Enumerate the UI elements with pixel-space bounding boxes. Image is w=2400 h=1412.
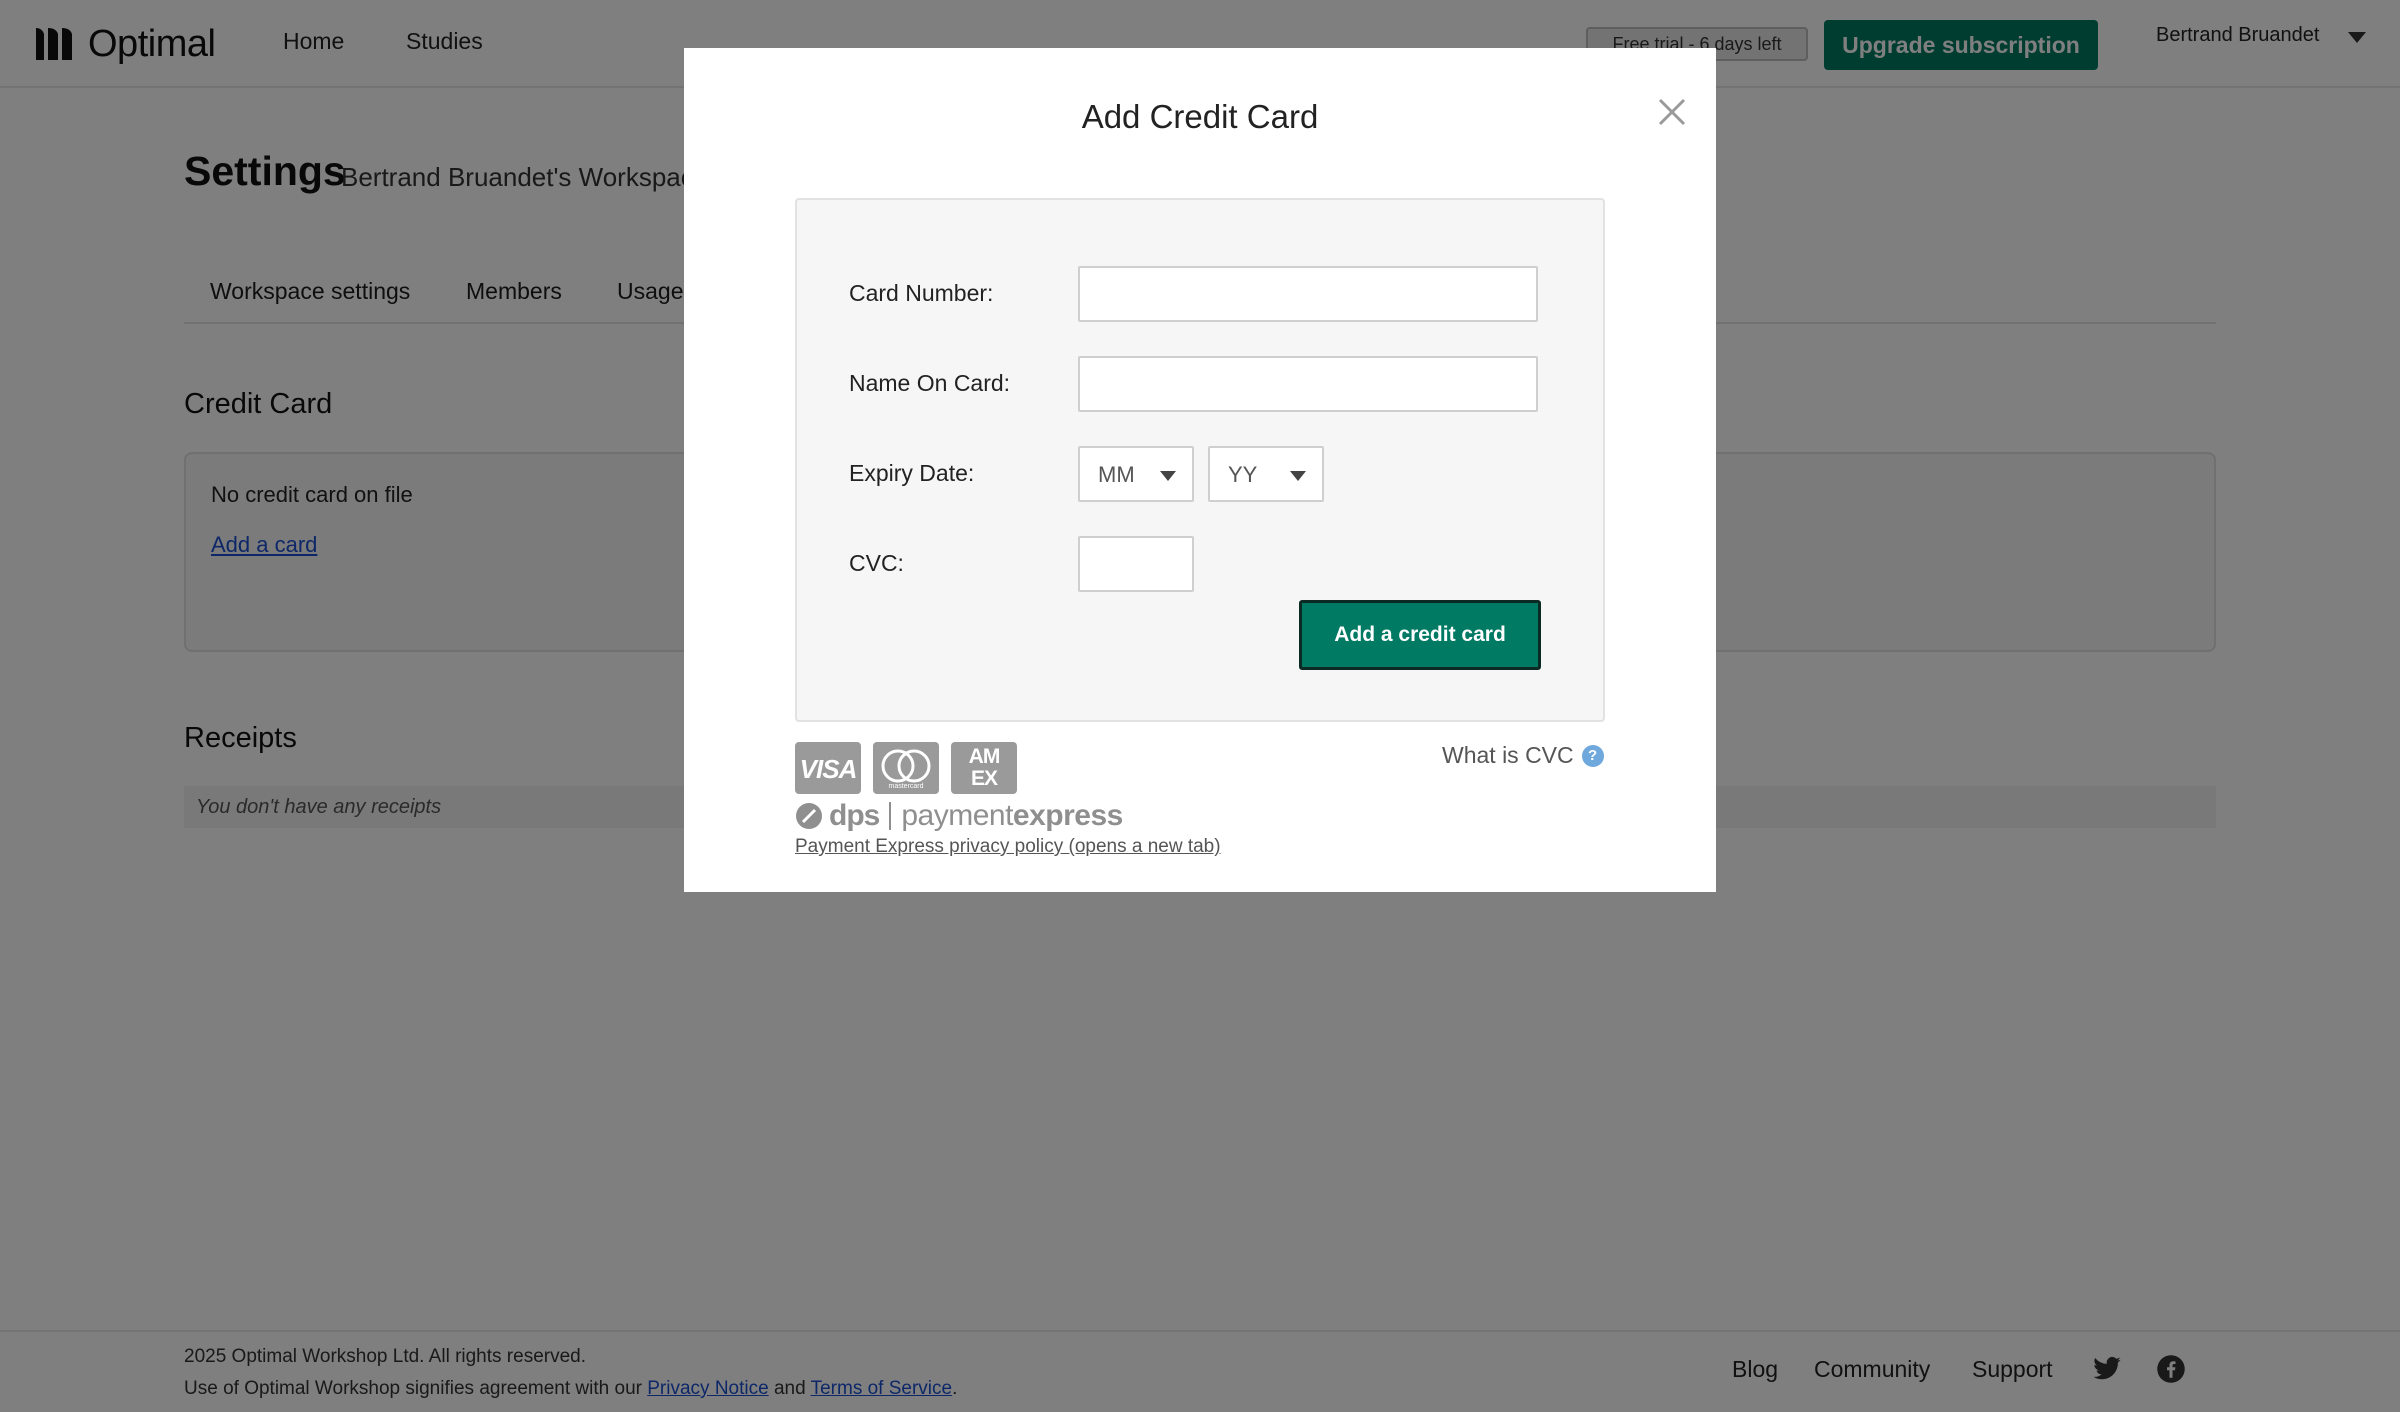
amex-logo-text: AM EX — [951, 746, 1017, 790]
cvc-input[interactable] — [1078, 536, 1194, 592]
expiry-year-select[interactable]: YY — [1208, 446, 1324, 502]
mastercard-logo-text: mastercard — [888, 783, 924, 790]
expiry-date-label: Expiry Date: — [849, 460, 975, 486]
payment-word: payment — [901, 799, 1013, 832]
express-word: express — [1012, 799, 1123, 832]
help-icon[interactable]: ? — [1581, 744, 1604, 767]
expiry-month-value: MM — [1098, 462, 1135, 487]
visa-icon: VISA — [795, 742, 861, 794]
expiry-month-select[interactable]: MM — [1078, 446, 1194, 502]
add-credit-card-button[interactable]: Add a credit card — [1299, 600, 1541, 670]
mastercard-icon: mastercard — [873, 742, 939, 794]
dps-logo-text: dps — [829, 799, 880, 832]
cvc-label: CVC: — [849, 550, 904, 576]
credit-card-form: Card Number: Name On Card: Expiry Date: … — [795, 198, 1605, 722]
payment-express-privacy-link[interactable]: Payment Express privacy policy (opens a … — [795, 836, 1221, 858]
payment-express-logo-text: paymentexpress — [901, 799, 1123, 833]
name-on-card-input[interactable] — [1078, 356, 1538, 412]
expiry-year-value: YY — [1228, 462, 1258, 487]
card-number-label: Card Number: — [849, 280, 994, 306]
chevron-down-icon — [1160, 471, 1176, 481]
chevron-down-icon — [1290, 471, 1306, 481]
what-is-cvc-help[interactable]: What is CVC ? — [1442, 742, 1604, 769]
close-icon[interactable] — [1654, 94, 1690, 130]
logo-divider — [889, 802, 892, 830]
name-on-card-label: Name On Card: — [849, 370, 1011, 396]
amex-icon: AM EX — [951, 742, 1017, 794]
accepted-cards: VISA mastercard AM EX — [795, 742, 1017, 794]
add-credit-card-modal: Add Credit Card Card Number: Name On Car… — [684, 48, 1716, 892]
card-number-input[interactable] — [1078, 266, 1538, 322]
what-is-cvc-text: What is CVC — [1442, 742, 1574, 768]
amex-line-1: AM — [968, 745, 1001, 768]
modal-title: Add Credit Card — [1081, 98, 1319, 135]
visa-logo-text: VISA — [799, 754, 858, 784]
amex-line-2: EX — [970, 767, 998, 790]
payment-express-logo: dps paymentexpress — [795, 799, 1123, 833]
dps-swirl-icon — [796, 803, 822, 829]
